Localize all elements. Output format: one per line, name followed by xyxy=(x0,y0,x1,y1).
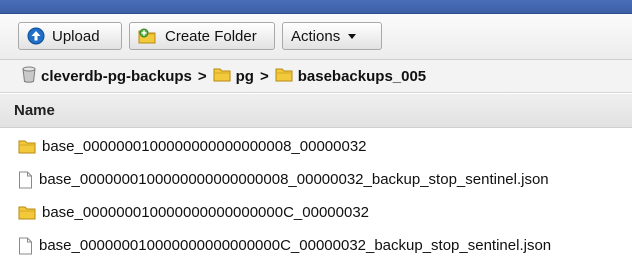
file-row[interactable]: base_000000010000000000000000C_00000032_… xyxy=(0,229,632,262)
file-list: base_0000000100000000000000008_00000032 … xyxy=(0,130,632,262)
file-row[interactable]: base_0000000100000000000000008_00000032_… xyxy=(0,163,632,196)
column-header-label: Name xyxy=(14,102,55,119)
folder-row[interactable]: base_0000000100000000000000008_00000032 xyxy=(0,130,632,163)
row-name: base_0000000100000000000000008_00000032 xyxy=(42,138,367,155)
folder-icon xyxy=(18,139,36,154)
row-name: base_000000010000000000000000C_00000032_… xyxy=(39,237,552,254)
folder-row[interactable]: base_000000010000000000000000C_00000032 xyxy=(0,196,632,229)
breadcrumb-bucket[interactable]: cleverdb-pg-backups xyxy=(22,66,192,87)
file-icon xyxy=(18,237,33,255)
breadcrumb-folder-basebackups-label: basebackups_005 xyxy=(297,67,427,85)
folder-icon xyxy=(18,205,36,220)
actions-button-label: Actions xyxy=(291,27,341,45)
upload-button[interactable]: Upload xyxy=(18,22,122,50)
upload-button-label: Upload xyxy=(52,27,100,45)
folder-icon xyxy=(275,67,293,86)
breadcrumb-folder-basebackups[interactable]: basebackups_005 xyxy=(275,67,426,86)
row-name: base_0000000100000000000000008_00000032_… xyxy=(39,171,549,188)
bucket-icon xyxy=(22,66,36,87)
breadcrumb: cleverdb-pg-backups > pg > basebackups_0… xyxy=(0,60,632,93)
caret-down-icon xyxy=(347,31,357,41)
file-icon xyxy=(18,171,33,189)
create-folder-button[interactable]: Create Folder xyxy=(129,22,275,50)
add-folder-icon xyxy=(138,27,158,45)
breadcrumb-separator: > xyxy=(259,67,269,85)
upload-icon xyxy=(27,27,45,45)
actions-dropdown-button[interactable]: Actions xyxy=(282,22,382,50)
window-top-bar xyxy=(0,0,632,14)
breadcrumb-folder-pg[interactable]: pg xyxy=(213,67,254,86)
breadcrumb-bucket-label: cleverdb-pg-backups xyxy=(41,67,192,85)
breadcrumb-folder-pg-label: pg xyxy=(235,67,254,85)
column-header-name[interactable]: Name xyxy=(0,94,632,128)
toolbar: Upload Create Folder Actions xyxy=(0,14,632,60)
folder-icon xyxy=(213,67,231,86)
row-name: base_000000010000000000000000C_00000032 xyxy=(42,204,369,221)
breadcrumb-separator: > xyxy=(197,67,207,85)
create-folder-button-label: Create Folder xyxy=(165,27,257,45)
